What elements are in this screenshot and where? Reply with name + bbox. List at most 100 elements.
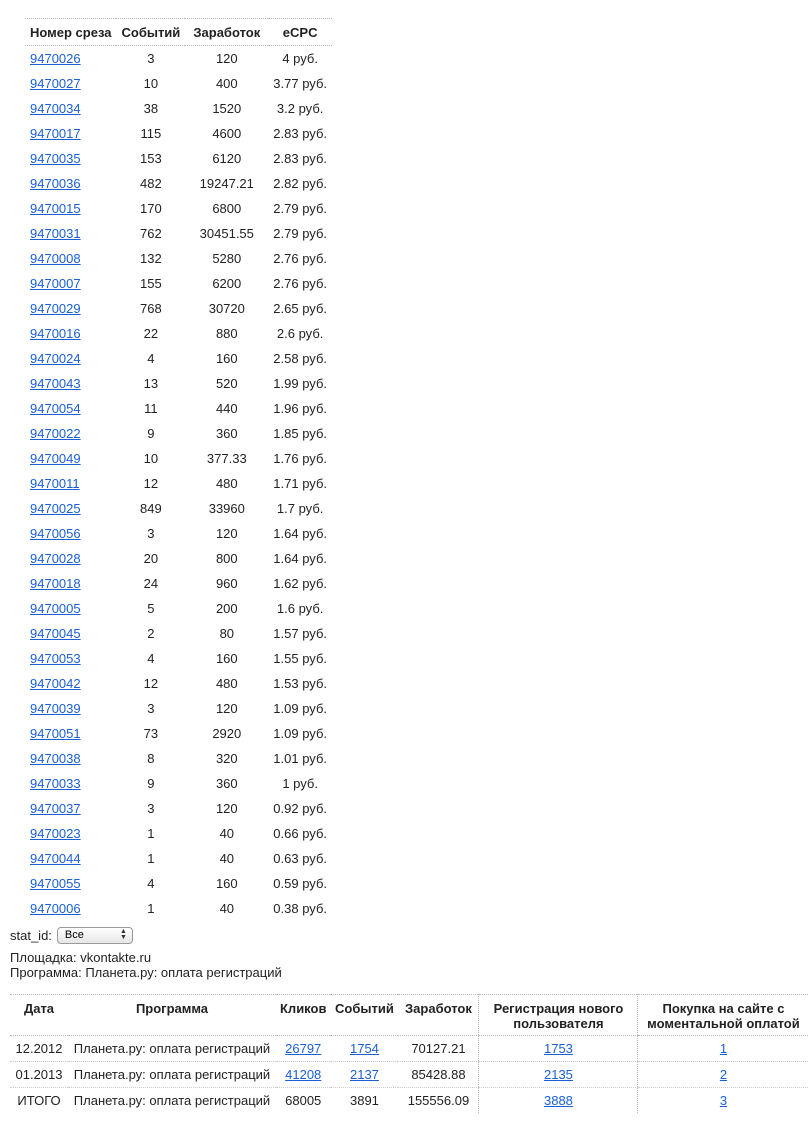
slice-id-link[interactable]: 9470027 [30, 76, 81, 91]
table-row: 9470039 3 120 1.09 руб. [25, 696, 332, 721]
slice-id-link[interactable]: 9470026 [30, 51, 81, 66]
clicks-link[interactable]: 41208 [285, 1067, 321, 1082]
table-row: 9470026 3 120 4 руб. [25, 46, 332, 72]
slice-id-cell: 9470042 [25, 671, 116, 696]
purchases-link[interactable]: 3 [720, 1093, 727, 1108]
slice-id-link[interactable]: 9470049 [30, 451, 81, 466]
events-cell: 2137 [330, 1061, 399, 1088]
purchases-link[interactable]: 1 [720, 1041, 727, 1056]
table-row: 9470006 1 40 0.38 руб. [25, 896, 332, 921]
slice-id-link[interactable]: 9470006 [30, 901, 81, 916]
registrations-link[interactable]: 3888 [544, 1093, 573, 1108]
slice-id-link[interactable]: 9470018 [30, 576, 81, 591]
events-link[interactable]: 1754 [350, 1041, 379, 1056]
table-row: 9470033 9 360 1 руб. [25, 771, 332, 796]
slice-id-cell: 9470017 [25, 121, 116, 146]
program-cell: Планета.ру: оплата регистраций [68, 1061, 276, 1088]
events-cell: 13 [143, 376, 159, 391]
slice-id-link[interactable]: 9470042 [30, 676, 81, 691]
slice-id-link[interactable]: 9470055 [30, 876, 81, 891]
slice-id-link[interactable]: 9470011 [30, 476, 80, 491]
slice-id-link[interactable]: 9470023 [30, 826, 81, 841]
slice-id-link[interactable]: 9470028 [30, 551, 81, 566]
registrations-link[interactable]: 1753 [544, 1041, 573, 1056]
table-row: 9470055 4 160 0.59 руб. [25, 871, 332, 896]
purchases-link[interactable]: 2 [720, 1067, 727, 1082]
table-row: 9470027 10 400 3.77 руб. [25, 71, 332, 96]
slice-id-cell: 9470055 [25, 871, 116, 896]
table-row: 9470018 24 960 1.62 руб. [25, 571, 332, 596]
slice-id-link[interactable]: 9470016 [30, 326, 81, 341]
slice-id-link[interactable]: 9470031 [30, 226, 81, 241]
ecpc-cell: 1.01 руб. [273, 751, 327, 766]
stat-id-select[interactable]: Все ▲ ▼ [56, 927, 133, 944]
slice-id-link[interactable]: 9470038 [30, 751, 81, 766]
table-row: 9470044 1 40 0.63 руб. [25, 846, 332, 871]
slice-id-link[interactable]: 9470034 [30, 101, 81, 116]
table-row: 9470035 153 6120 2.83 руб. [25, 146, 332, 171]
ecpc-cell: 1.09 руб. [273, 726, 327, 741]
earnings-cell: 2920 [212, 726, 242, 741]
slice-id-cell: 9470044 [25, 846, 116, 871]
earnings-cell: 6120 [212, 151, 242, 166]
clicks-link[interactable]: 26797 [285, 1041, 321, 1056]
slice-id-link[interactable]: 9470053 [30, 651, 81, 666]
registrations-link[interactable]: 2135 [544, 1067, 573, 1082]
slice-id-link[interactable]: 9470043 [30, 376, 81, 391]
slice-id-link[interactable]: 9470036 [30, 176, 81, 191]
slice-id-link[interactable]: 9470037 [30, 801, 81, 816]
header-events: Событий [330, 994, 399, 1036]
earnings-cell: 40 [219, 826, 235, 841]
slice-id-link[interactable]: 9470025 [30, 501, 81, 516]
slice-id-link[interactable]: 9470044 [30, 851, 81, 866]
table-row: 9470025 849 33960 1.7 руб. [25, 496, 332, 521]
slice-id-link[interactable]: 9470029 [30, 301, 81, 316]
events-link[interactable]: 2137 [350, 1067, 379, 1082]
earnings-cell: 1520 [212, 101, 242, 116]
slice-id-link[interactable]: 9470022 [30, 426, 81, 441]
ecpc-cell: 0.38 руб. [273, 901, 327, 916]
earnings-cell: 360 [215, 426, 238, 441]
header-date: Дата [10, 994, 68, 1036]
slice-id-link[interactable]: 9470045 [30, 626, 81, 641]
ecpc-cell: 2.83 руб. [273, 151, 327, 166]
slice-id-cell: 9470037 [25, 796, 116, 821]
table-row: 9470016 22 880 2.6 руб. [25, 321, 332, 346]
ecpc-cell: 2.58 руб. [273, 351, 327, 366]
events-cell: 3891 [349, 1093, 379, 1108]
events-cell: 482 [140, 176, 162, 191]
registrations-cell: 2135 [478, 1061, 638, 1088]
table-row: 9470043 13 520 1.99 руб. [25, 371, 332, 396]
header-clicks: Кликов [276, 994, 331, 1036]
slice-id-link[interactable]: 9470054 [30, 401, 81, 416]
slice-id-link[interactable]: 9470035 [30, 151, 81, 166]
slice-id-link[interactable]: 9470024 [30, 351, 81, 366]
slice-id-cell: 9470008 [25, 246, 116, 271]
slice-id-link[interactable]: 9470051 [30, 726, 81, 741]
slice-id-link[interactable]: 9470007 [30, 276, 81, 291]
events-cell: 3 [147, 51, 155, 66]
ecpc-cell: 1.96 руб. [273, 401, 327, 416]
slice-id-link[interactable]: 9470033 [30, 776, 81, 791]
slice-id-link[interactable]: 9470005 [30, 601, 81, 616]
ecpc-cell: 1.62 руб. [273, 576, 327, 591]
slice-id-link[interactable]: 9470039 [30, 701, 81, 716]
slice-id-link[interactable]: 9470008 [30, 251, 81, 266]
slice-id-cell: 9470039 [25, 696, 116, 721]
table-row: 9470015 170 6800 2.79 руб. [25, 196, 332, 221]
registrations-cell: 3888 [478, 1087, 638, 1113]
table-row: 9470053 4 160 1.55 руб. [25, 646, 332, 671]
ecpc-cell: 2.79 руб. [273, 201, 327, 216]
events-cell: 73 [143, 726, 159, 741]
header-slice-number: Номер среза [25, 18, 117, 46]
ecpc-cell: 1 руб. [282, 776, 318, 791]
slice-id-link[interactable]: 9470017 [30, 126, 81, 141]
slice-id-link[interactable]: 9470015 [30, 201, 81, 216]
table-row: 9470011 12 480 1.71 руб. [25, 471, 332, 496]
slice-id-cell: 9470015 [25, 196, 116, 221]
slice-id-cell: 9470051 [25, 721, 116, 746]
slice-id-link[interactable]: 9470056 [30, 526, 81, 541]
earnings-cell: 80 [219, 626, 235, 641]
table-row: 9470034 38 1520 3.2 руб. [25, 96, 332, 121]
stat-id-selected-value: Все [64, 929, 84, 941]
